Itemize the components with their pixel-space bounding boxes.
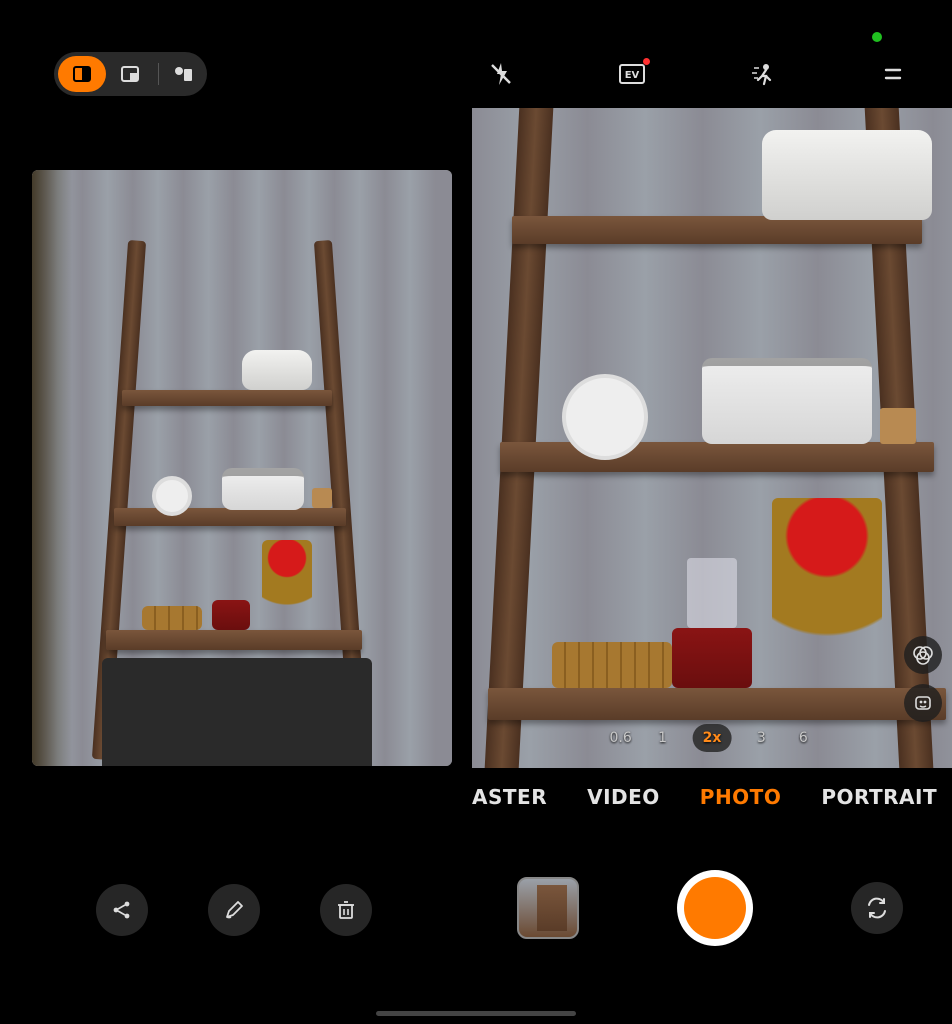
zoom-2x[interactable]: 2x bbox=[693, 724, 732, 752]
motion-button[interactable] bbox=[740, 52, 784, 96]
mode-selector[interactable]: ASTER VIDEO PHOTO PORTRAIT M bbox=[468, 780, 952, 814]
zoom-selector: 0.6 1 2x 3 6 bbox=[609, 724, 816, 752]
ai-enhance-button[interactable] bbox=[904, 684, 942, 722]
split-view-button[interactable] bbox=[58, 56, 106, 92]
flash-off-button[interactable] bbox=[479, 52, 523, 96]
home-indicator bbox=[376, 1011, 576, 1016]
zoom-1[interactable]: 1 bbox=[651, 730, 675, 746]
mode-portrait[interactable]: PORTRAIT bbox=[821, 785, 937, 809]
gallery-preview-pane[interactable] bbox=[32, 170, 452, 766]
preview-image bbox=[32, 170, 452, 766]
filters-button[interactable] bbox=[904, 636, 942, 674]
shutter-button[interactable] bbox=[677, 870, 753, 946]
gallery-actions bbox=[96, 884, 372, 936]
zoom-6[interactable]: 6 bbox=[791, 730, 815, 746]
selfie-toggle-button[interactable] bbox=[163, 56, 203, 92]
camera-split-screen: EV bbox=[0, 0, 952, 1024]
camera-active-indicator bbox=[872, 32, 882, 42]
viewfinder-image bbox=[472, 108, 952, 768]
last-photo-thumbnail[interactable] bbox=[517, 877, 579, 939]
right-camera-toolbar: EV bbox=[467, 52, 927, 96]
menu-button[interactable] bbox=[871, 52, 915, 96]
mode-video[interactable]: VIDEO bbox=[587, 785, 660, 809]
delete-button[interactable] bbox=[320, 884, 372, 936]
switch-camera-button[interactable] bbox=[851, 882, 903, 934]
pip-view-button[interactable] bbox=[106, 56, 154, 92]
capture-bar bbox=[468, 868, 952, 948]
svg-text:EV: EV bbox=[624, 70, 639, 81]
ev-indicator-dot bbox=[643, 58, 650, 65]
zoom-0.6[interactable]: 0.6 bbox=[609, 730, 633, 746]
left-view-toolbar bbox=[54, 52, 207, 96]
viewfinder-pane[interactable]: 0.6 1 2x 3 6 bbox=[472, 108, 952, 768]
ev-button[interactable]: EV bbox=[610, 52, 654, 96]
share-button[interactable] bbox=[96, 884, 148, 936]
zoom-3[interactable]: 3 bbox=[749, 730, 773, 746]
divider bbox=[158, 63, 159, 85]
edit-button[interactable] bbox=[208, 884, 260, 936]
mode-photo[interactable]: PHOTO bbox=[700, 785, 782, 809]
shutter-inner bbox=[684, 877, 746, 939]
mode-master[interactable]: ASTER bbox=[472, 785, 547, 809]
